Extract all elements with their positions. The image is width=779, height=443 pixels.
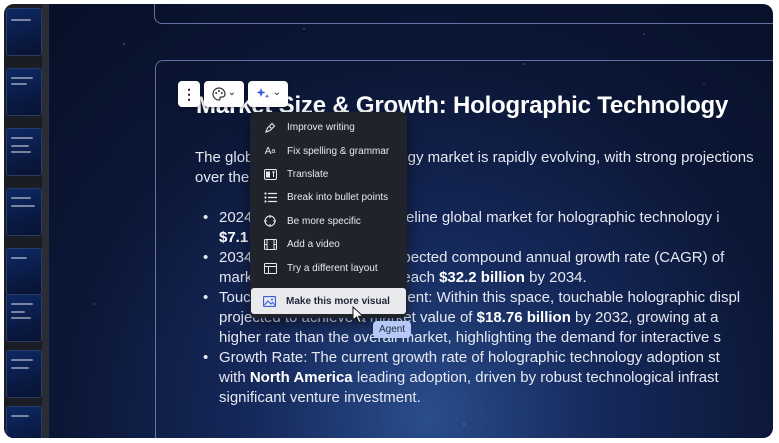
bullet-text: with: [219, 369, 250, 386]
menu-item-label: Try a different layout: [287, 262, 378, 274]
chevron-down-icon: ⌄: [272, 86, 282, 98]
menu-item-add-video[interactable]: Add a video: [250, 233, 407, 256]
bullet-text: significant venture investment.: [219, 389, 421, 406]
bullet-text: Growth Rate: The current growth rate of …: [219, 349, 720, 366]
bullet-text: by 2034.: [524, 269, 587, 286]
slide-thumbnail[interactable]: [6, 294, 42, 342]
ai-actions-menu: Improve writing Aa Fix spelling & gramma…: [250, 112, 407, 318]
slide-thumbnail[interactable]: [6, 8, 42, 56]
theme-palette-button[interactable]: ⌄: [204, 81, 244, 107]
spellcheck-icon: Aa: [264, 145, 276, 157]
bullet-line: Growth Rate: The current growth rate of …: [203, 348, 740, 368]
more-options-button[interactable]: ⋮: [178, 81, 200, 107]
bullet-line: significant venture investment.: [203, 388, 740, 408]
pen-nib-icon: [262, 121, 278, 135]
film-icon: [262, 238, 278, 252]
menu-item-make-more-visual[interactable]: Make this more visual: [251, 288, 406, 314]
slide-thumbnail-panel: [4, 4, 49, 438]
menu-item-label: Translate: [287, 168, 329, 180]
menu-item-different-layout[interactable]: Try a different layout: [250, 256, 407, 279]
target-icon: [262, 214, 278, 228]
bullet-emphasis: $32.2 billion: [439, 269, 525, 286]
chevron-down-icon: ⌄: [227, 86, 237, 98]
menu-item-label: Break into bullet points: [287, 192, 389, 204]
menu-item-fix-spelling[interactable]: Aa Fix spelling & grammar: [250, 139, 407, 162]
mouse-pointer-icon: [352, 306, 365, 324]
slide-thumbnail[interactable]: [6, 128, 42, 176]
slide-thumbnail[interactable]: [6, 188, 42, 236]
slide-thumbnail[interactable]: [6, 406, 42, 438]
previous-card-outline: [154, 4, 773, 24]
menu-item-improve-writing[interactable]: Improve writing: [250, 116, 407, 139]
list-icon: [262, 191, 278, 205]
sparkle-icon: [256, 88, 269, 99]
slide-thumbnail[interactable]: [6, 248, 42, 296]
slide-thumbnail[interactable]: [6, 68, 42, 116]
menu-item-label: Fix spelling & grammar: [287, 145, 390, 157]
bullet-emphasis: North America: [249, 369, 353, 386]
menu-item-be-more-specific[interactable]: Be more specific: [250, 210, 407, 233]
block-toolbar: ⋮ ⌄ ⌄: [178, 80, 288, 108]
menu-item-label: Be more specific: [287, 215, 361, 227]
agent-cursor-tooltip: Agent: [373, 321, 412, 338]
palette-icon: [212, 87, 226, 101]
image-icon: [261, 294, 277, 308]
menu-item-label: Add a video: [287, 239, 340, 251]
layout-icon: [262, 261, 278, 275]
ai-edit-button[interactable]: ⌄: [248, 81, 288, 107]
bullet-text: higher rate than the overall market, hig…: [219, 329, 721, 346]
menu-item-label: Make this more visual: [286, 295, 390, 307]
menu-item-bullet-points[interactable]: Break into bullet points: [250, 186, 407, 209]
bullet-emphasis: $18.76 billion: [476, 309, 571, 326]
slide-thumbnail[interactable]: [6, 350, 42, 398]
more-vertical-icon: ⋮: [182, 85, 196, 102]
bullet-text: leading adoption, driven by robust techn…: [352, 369, 719, 386]
bullet-line: with North America leading adoption, dri…: [203, 368, 740, 388]
menu-item-label: Improve writing: [287, 122, 355, 134]
bullet-line: higher rate than the overall market, hig…: [203, 328, 740, 348]
thumbnail-scrollbar[interactable]: [42, 4, 48, 438]
translate-icon: [262, 167, 278, 181]
menu-item-translate[interactable]: Translate: [250, 163, 407, 186]
bullet-text: by 2032, growing at a: [570, 309, 719, 326]
